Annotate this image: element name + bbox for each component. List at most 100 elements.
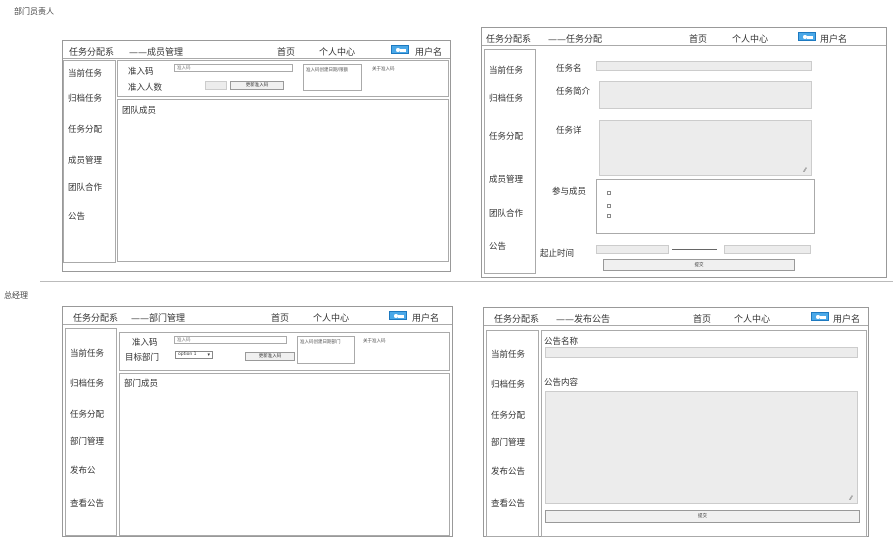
avatar-icon[interactable] [811,312,829,321]
invite-code-input[interactable]: 准入码 [174,64,293,72]
task-detail-label: 任务详 [556,126,582,136]
dept-head-label: 部门员责人 [14,7,54,16]
sidebar: 当前任务 归档任务 任务分配 成员管理 团队合作 公告 [63,60,116,263]
username-link[interactable]: 用户名 [412,311,439,324]
sidebar-item-view-notices[interactable]: 查看公告 [70,497,104,509]
nav-home-link[interactable]: 首页 [277,45,295,58]
invite-code-input[interactable]: 准入码 [174,336,287,344]
general-manager-label: 总经理 [4,291,28,300]
task-name-input[interactable] [596,61,812,71]
nav-home-link[interactable]: 首页 [271,311,289,324]
invite-code-info-box: 准入码创建日期/限额 [303,64,362,91]
participants-label: 参与成员 [552,187,587,197]
about-invite-code-link[interactable]: 关于准入码 [372,66,395,72]
nav-profile-link[interactable]: 个人中心 [732,32,768,45]
sidebar-item-task-assign[interactable]: 任务分配 [491,409,525,421]
task-name-label: 任务名 [556,64,582,74]
department-members-title: 部门成员 [124,379,159,389]
invite-code-info-text: 准入码创建日期部门 [300,340,341,345]
participant-checkbox[interactable] [607,214,611,218]
task-brief-input[interactable] [599,81,812,109]
sidebar-item-archived-tasks[interactable]: 归档任务 [70,377,104,389]
sidebar-item-current-tasks[interactable]: 当前任务 [68,67,102,79]
department-members-box: 部门成员 [119,373,450,536]
sidebar-item-view-notices[interactable]: 查看公告 [491,497,525,509]
update-invite-code-button[interactable]: 更新准入码 [230,81,284,90]
avatar-icon[interactable] [391,45,409,54]
avatar-icon[interactable] [798,32,816,41]
task-brief-label: 任务简介 [556,87,591,97]
avatar-icon[interactable] [389,311,407,320]
section-divider [40,281,893,282]
notice-content-label: 公告内容 [544,378,579,388]
page-title: ——部门管理 [131,314,186,324]
invite-code-info-box: 准入码创建日期部门 [297,336,355,364]
notice-name-label: 公告名称 [544,337,579,347]
notice-content-textarea[interactable]: ⁄⁄ [545,391,858,504]
invite-code-info-text: 准入码创建日期/限额 [306,68,349,73]
member-management-panel: 任务分配系 ——成员管理 首页 个人中心 用户名 当前任务 归档任务 任务分配 … [62,40,451,272]
nav-profile-link[interactable]: 个人中心 [319,45,355,58]
invite-code-box: 准入码 准入码 目标部门 option 1 ▾ 更新准入码 准入码创建日期部门 … [119,332,450,371]
sidebar-item-archived-tasks[interactable]: 归档任务 [68,92,102,104]
invite-code-box: 准入码 准入码 准入人数 更新准入码 准入码创建日期/限额 关于准入码 [117,60,449,97]
sidebar-item-current-tasks[interactable]: 当前任务 [70,347,104,359]
sidebar-item-publish-notice[interactable]: 发布公 [70,464,96,476]
about-invite-code-link[interactable]: 关于准入码 [363,338,386,344]
app-title: 任务分配系 [69,48,115,58]
submit-button[interactable]: 提交 [603,259,795,271]
participant-checkbox[interactable] [607,191,611,195]
participant-checkbox[interactable] [607,204,611,208]
task-detail-textarea[interactable]: ⁄⁄ [599,120,812,176]
department-management-panel: 任务分配系 ——部门管理 首页 个人中心 用户名 当前任务 归档任务 任务分配 … [62,306,453,537]
nav-profile-link[interactable]: 个人中心 [313,311,349,324]
sidebar-item-team-cooperation[interactable]: 团队合作 [489,207,523,219]
sidebar-item-team-cooperation[interactable]: 团队合作 [68,181,102,193]
chevron-down-icon: ▾ [207,352,210,358]
nav-profile-link[interactable]: 个人中心 [734,312,770,325]
invite-count-input[interactable] [205,81,227,90]
target-department-select[interactable]: option 1 ▾ [175,351,213,359]
sidebar-item-publish-notice[interactable]: 发布公告 [491,465,525,477]
page-title: ——发布公告 [556,315,611,325]
sidebar-item-archived-tasks[interactable]: 归档任务 [489,92,523,104]
resize-handle-icon[interactable]: ⁄⁄ [804,168,810,174]
top-nav: 任务分配系 ——成员管理 首页 个人中心 用户名 [63,41,450,59]
sidebar-item-archived-tasks[interactable]: 归档任务 [491,378,525,390]
sidebar-item-member-management[interactable]: 成员管理 [68,154,102,166]
notice-name-input[interactable] [545,347,858,358]
nav-home-link[interactable]: 首页 [693,312,711,325]
target-department-label: 目标部门 [125,353,160,363]
username-link[interactable]: 用户名 [415,45,442,58]
team-members-title: 团队成员 [122,106,157,116]
username-link[interactable]: 用户名 [820,32,847,45]
period-label: 起止时间 [540,249,575,259]
update-invite-code-button[interactable]: 更新准入码 [245,352,295,361]
username-link[interactable]: 用户名 [833,312,860,325]
notice-form: 公告名称 公告内容 ⁄⁄ 提交 [541,330,867,537]
sidebar-item-task-assign[interactable]: 任务分配 [489,130,523,142]
team-members-box: 团队成员 [117,99,449,262]
nav-home-link[interactable]: 首页 [689,32,707,45]
sidebar-item-notice[interactable]: 公告 [68,210,85,222]
publish-notice-panel: 任务分配系 ——发布公告 首页 个人中心 用户名 当前任务 归档任务 任务分配 … [483,307,869,537]
invite-code-label: 准入码 [128,67,154,77]
start-date-input[interactable] [596,245,669,254]
sidebar-item-task-assign[interactable]: 任务分配 [68,123,102,135]
top-nav: 任务分配系 ——任务分配 首页 个人中心 用户名 [482,28,886,46]
resize-handle-icon[interactable]: ⁄⁄ [850,496,856,502]
sidebar-item-member-management[interactable]: 成员管理 [489,173,523,185]
sidebar-item-department-management[interactable]: 部门管理 [70,435,104,447]
sidebar-item-department-management[interactable]: 部门管理 [491,436,525,448]
end-date-input[interactable] [724,245,811,254]
submit-button[interactable]: 提交 [545,510,860,523]
sidebar-item-current-tasks[interactable]: 当前任务 [491,348,525,360]
sidebar-item-task-assign[interactable]: 任务分配 [70,408,104,420]
invite-count-label: 准入人数 [128,83,163,93]
sidebar-item-current-tasks[interactable]: 当前任务 [489,64,523,76]
app-title: 任务分配系 [73,314,119,324]
app-title: 任务分配系 [486,35,532,45]
invite-code-label: 准入码 [132,338,158,348]
sidebar-item-notice[interactable]: 公告 [489,240,506,252]
sidebar: 当前任务 归档任务 任务分配 成员管理 团队合作 公告 [484,49,536,274]
